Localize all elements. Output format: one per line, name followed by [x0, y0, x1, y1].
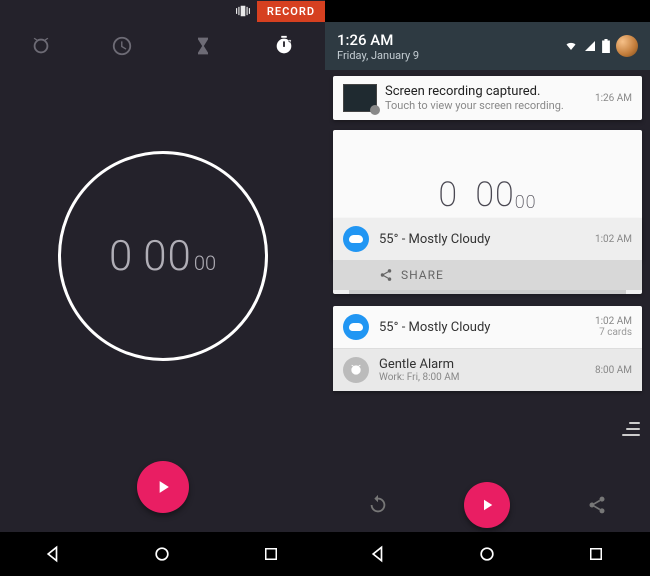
- play-icon: [478, 496, 496, 514]
- nav-back[interactable]: [39, 539, 69, 569]
- nav-home[interactable]: [147, 539, 177, 569]
- notification-shade-header[interactable]: 1:26 AM Friday, January 9: [325, 22, 650, 70]
- stopwatch-minutes: 0: [109, 232, 133, 281]
- shade-date: Friday, January 9: [337, 49, 419, 62]
- card-count: 7 cards: [595, 327, 632, 338]
- card-divider: [349, 290, 626, 294]
- tab-alarm[interactable]: [21, 26, 61, 66]
- nav-recents[interactable]: [256, 539, 286, 569]
- start-button[interactable]: [464, 482, 510, 528]
- notification-screen-recording[interactable]: Screen recording captured. Touch to view…: [333, 76, 642, 120]
- shade-time: 1:26 AM: [337, 31, 419, 49]
- notification-subtitle: Touch to view your screen recording.: [385, 99, 564, 112]
- record-button[interactable]: RECORD: [257, 1, 325, 22]
- tab-clock[interactable]: [102, 26, 142, 66]
- bg-cen: 00: [515, 192, 537, 213]
- play-icon: [153, 477, 173, 497]
- recording-thumbnail: [343, 84, 377, 112]
- tab-stopwatch[interactable]: [264, 26, 304, 66]
- weather-title: 55° - Mostly Cloudy: [379, 320, 490, 335]
- vibrate-icon: [235, 4, 251, 18]
- notification-area: Screen recording captured. Touch to view…: [325, 70, 650, 532]
- wifi-icon: [564, 40, 578, 52]
- share-button[interactable]: [577, 495, 617, 515]
- notification-title: Screen recording captured.: [385, 84, 564, 99]
- notification-weather-expanded[interactable]: 55° - Mostly Cloudy 1:02 AM SHARE: [333, 218, 642, 294]
- phone-left: RECORD 0 00 00: [0, 0, 325, 576]
- status-bar: [325, 0, 650, 22]
- clock-tabs: [0, 22, 325, 70]
- stopwatch-display: 0 00 00: [0, 70, 325, 442]
- android-navbar: [325, 532, 650, 576]
- nav-recents[interactable]: [581, 539, 611, 569]
- cloud-icon: [343, 314, 369, 340]
- notification-timestamp: 1:26 AM: [595, 93, 632, 104]
- alarm-icon: [343, 357, 369, 383]
- phone-right: 1:26 AM Friday, January 9 Screen recordi…: [325, 0, 650, 576]
- nav-back[interactable]: [364, 539, 394, 569]
- alarm-timestamp: 8:00 AM: [595, 365, 632, 376]
- weather-timestamp: 1:02 AM: [595, 316, 632, 327]
- cloud-icon: [343, 226, 369, 252]
- weather-timestamp: 1:02 AM: [595, 234, 632, 245]
- bg-min: 0: [438, 175, 458, 215]
- tab-timer[interactable]: [183, 26, 223, 66]
- notification-alarm[interactable]: Gentle Alarm Work: Fri, 8:00 AM 8:00 AM: [333, 348, 642, 391]
- weather-title: 55° - Mostly Cloudy: [379, 232, 490, 247]
- stopwatch-seconds: 00: [143, 232, 192, 281]
- share-action[interactable]: SHARE: [333, 260, 642, 290]
- stopwatch-centis: 00: [194, 251, 216, 275]
- android-navbar: [0, 532, 325, 576]
- bottom-action-row: [325, 478, 650, 532]
- share-label: SHARE: [401, 268, 444, 282]
- user-avatar[interactable]: [616, 35, 638, 57]
- status-bar: RECORD: [0, 0, 325, 22]
- alarm-title: Gentle Alarm: [379, 357, 459, 372]
- stopwatch-circle: 0 00 00: [58, 151, 268, 361]
- reset-button[interactable]: [358, 494, 398, 516]
- battery-icon: [602, 39, 610, 53]
- fab-row: [0, 442, 325, 532]
- alarm-subtitle: Work: Fri, 8:00 AM: [379, 372, 459, 383]
- dismiss-handle-icon[interactable]: [622, 422, 640, 436]
- screenshot-container: RECORD 0 00 00: [0, 0, 650, 576]
- nav-home[interactable]: [472, 539, 502, 569]
- bg-sec: 00: [475, 175, 514, 215]
- share-icon: [379, 268, 393, 282]
- signal-icon: [584, 40, 596, 52]
- notification-weather-stack[interactable]: 55° - Mostly Cloudy 1:02 AM 7 cards Gent…: [333, 306, 642, 391]
- start-button[interactable]: [137, 461, 189, 513]
